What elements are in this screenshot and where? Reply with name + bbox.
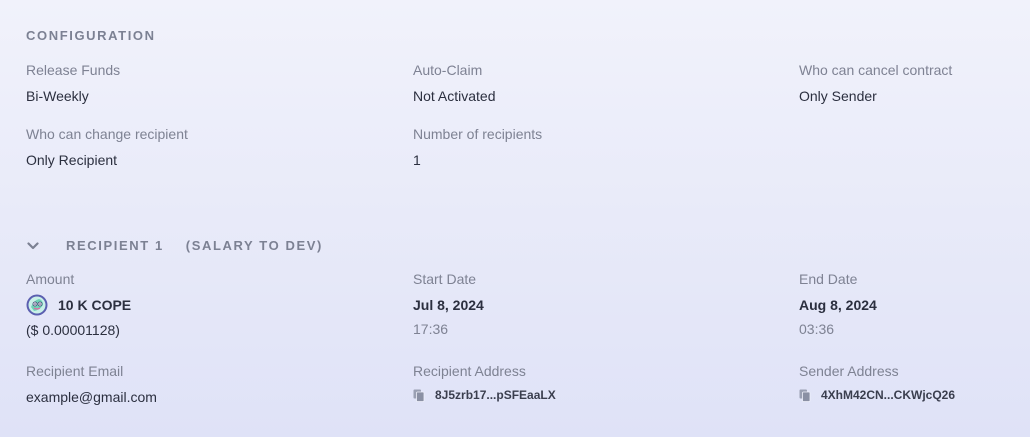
cancel-contract-value: Only Sender	[799, 88, 877, 104]
release-funds-value: Bi-Weekly	[26, 88, 89, 104]
start-date-value: Jul 8, 2024	[413, 297, 484, 313]
cancel-contract-label: Who can cancel contract	[799, 62, 953, 78]
auto-claim-label: Auto-Claim	[413, 62, 483, 78]
cancel-contract-field: Who can cancel contract Only Sender	[799, 61, 952, 105]
amount-usd: ($ 0.00001128)	[26, 322, 120, 338]
end-date-label: End Date	[799, 271, 858, 287]
recipient-email-value: example@gmail.com	[26, 389, 157, 405]
change-recipient-label: Who can change recipient	[26, 126, 188, 142]
change-recipient-field: Who can change recipient Only Recipient	[26, 125, 188, 169]
recipient-email-field: Recipient Email example@gmail.com	[26, 362, 157, 406]
sender-address-copy[interactable]: 4XhM42CN...CKWjcQ26	[799, 388, 955, 402]
num-recipients-value: 1	[413, 152, 421, 168]
num-recipients-field: Number of recipients 1	[413, 125, 542, 169]
end-date-value: Aug 8, 2024	[799, 297, 877, 313]
auto-claim-value: Not Activated	[413, 88, 496, 104]
recipient-address-label: Recipient Address	[413, 363, 526, 379]
start-date-field: Start Date Jul 8, 2024 17:36	[413, 270, 484, 338]
release-funds-field: Release Funds Bi-Weekly	[26, 61, 120, 105]
sender-address-label: Sender Address	[799, 363, 899, 379]
start-date-label: Start Date	[413, 271, 477, 287]
auto-claim-field: Auto-Claim Not Activated	[413, 61, 496, 105]
sender-address-field: Sender Address 4XhM42CN...CKWjcQ26	[799, 362, 955, 402]
num-recipients-label: Number of recipients	[413, 126, 543, 142]
recipient-subtitle: (SALARY TO DEV)	[185, 238, 323, 253]
start-time-value: 17:36	[413, 321, 449, 337]
change-recipient-value: Only Recipient	[26, 152, 118, 168]
recipient-header-toggle[interactable]: RECIPIENT 1 (SALARY TO DEV)	[26, 238, 323, 253]
configuration-title: CONFIGURATION	[26, 28, 156, 43]
end-time-value: 03:36	[799, 321, 835, 337]
sender-address-value: 4XhM42CN...CKWjcQ26	[821, 388, 956, 402]
amount-label: Amount	[26, 271, 75, 287]
recipient-address-value: 8J5zrb17...pSFEaaLX	[435, 388, 556, 402]
amount-field: Amount 10 K COPE ($ 0.00001128)	[26, 270, 131, 338]
cope-token-icon	[26, 294, 48, 316]
copy-icon[interactable]	[799, 389, 811, 402]
recipient-address-field: Recipient Address 8J5zrb17...pSFEaaLX	[413, 362, 556, 402]
amount-value: 10 K COPE	[58, 297, 132, 313]
recipient-email-label: Recipient Email	[26, 363, 124, 379]
copy-icon[interactable]	[413, 389, 425, 402]
end-date-field: End Date Aug 8, 2024 03:36	[799, 270, 877, 338]
recipient-title: RECIPIENT 1	[66, 238, 164, 253]
chevron-down-icon[interactable]	[26, 239, 40, 253]
recipient-address-copy[interactable]: 8J5zrb17...pSFEaaLX	[413, 388, 556, 402]
release-funds-label: Release Funds	[26, 62, 121, 78]
